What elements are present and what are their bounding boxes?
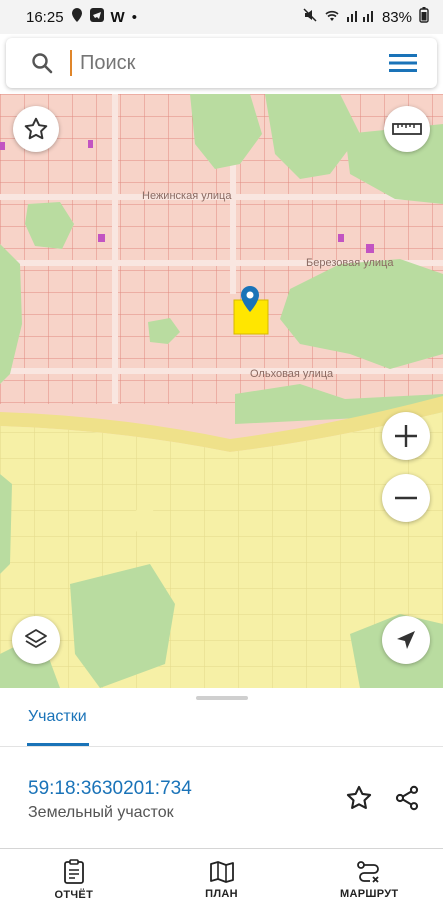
battery-icon [419,7,429,27]
map-view[interactable]: Нежинская улица Березовая улица Ольховая… [0,94,443,688]
nav-plan[interactable]: ПЛАН [148,850,296,910]
star-icon [24,117,48,140]
hamburger-icon [389,54,417,72]
layers-button[interactable] [12,616,60,664]
cadastral-map: Нежинская улица Березовая улица Ольховая… [0,94,443,688]
street-label-nezhinskaya: Нежинская улица [142,190,232,202]
mute-icon [303,8,317,26]
nav-route[interactable]: МАРШРУТ [295,850,443,910]
wifi-icon [324,8,340,26]
plus-icon [395,425,417,447]
nav-report[interactable]: ОТЧЁТ [0,850,148,910]
tab-divider [0,746,443,747]
nav-route-label: МАРШРУТ [340,888,399,900]
tab-parcels[interactable]: Участки [28,708,87,726]
telegram-icon [89,8,104,26]
parcel-cadastral-number[interactable]: 59:18:3630201:734 [28,778,192,800]
w-app-icon: W [110,8,125,26]
bottom-navigation: ОТЧЁТ ПЛАН МАРШРУТ [0,850,443,910]
nav-report-label: ОТЧЁТ [54,889,94,901]
street-label-olkhovaya: Ольховая улица [250,368,334,380]
share-icon [395,785,419,811]
share-button[interactable] [389,780,425,816]
minus-icon [395,496,417,500]
ruler-icon [392,123,422,135]
zoom-in-button[interactable] [382,412,430,460]
favorite-parcel-button[interactable] [341,780,377,816]
search-icon[interactable] [30,51,54,75]
navigation-arrow-icon [397,631,415,649]
favorites-button[interactable] [13,106,59,152]
search-input[interactable] [72,50,383,76]
signal-icon [346,8,375,26]
layers-icon [25,629,47,648]
search-bar [6,38,437,88]
location-icon [71,8,83,26]
route-icon [357,861,380,883]
star-icon [346,785,372,809]
battery-level: 83% [381,8,412,26]
map-icon [209,861,234,883]
zoom-out-button[interactable] [382,474,430,522]
ruler-button[interactable] [384,106,430,152]
report-icon [63,859,84,884]
bottom-sheet: Участки 59:18:3630201:734 Земельный учас… [0,688,443,910]
nav-plan-label: ПЛАН [205,888,238,900]
parcel-type: Земельный участок [28,804,174,821]
status-bar: 16:25 W • 83% [0,0,443,34]
menu-button[interactable] [383,43,423,83]
my-location-button[interactable] [382,616,430,664]
sheet-drag-handle[interactable] [196,696,248,700]
nav-divider [0,848,443,849]
status-time: 16:25 [26,8,64,26]
street-label-berezovaya: Березовая улица [306,257,394,269]
dot-icon: • [131,8,137,26]
